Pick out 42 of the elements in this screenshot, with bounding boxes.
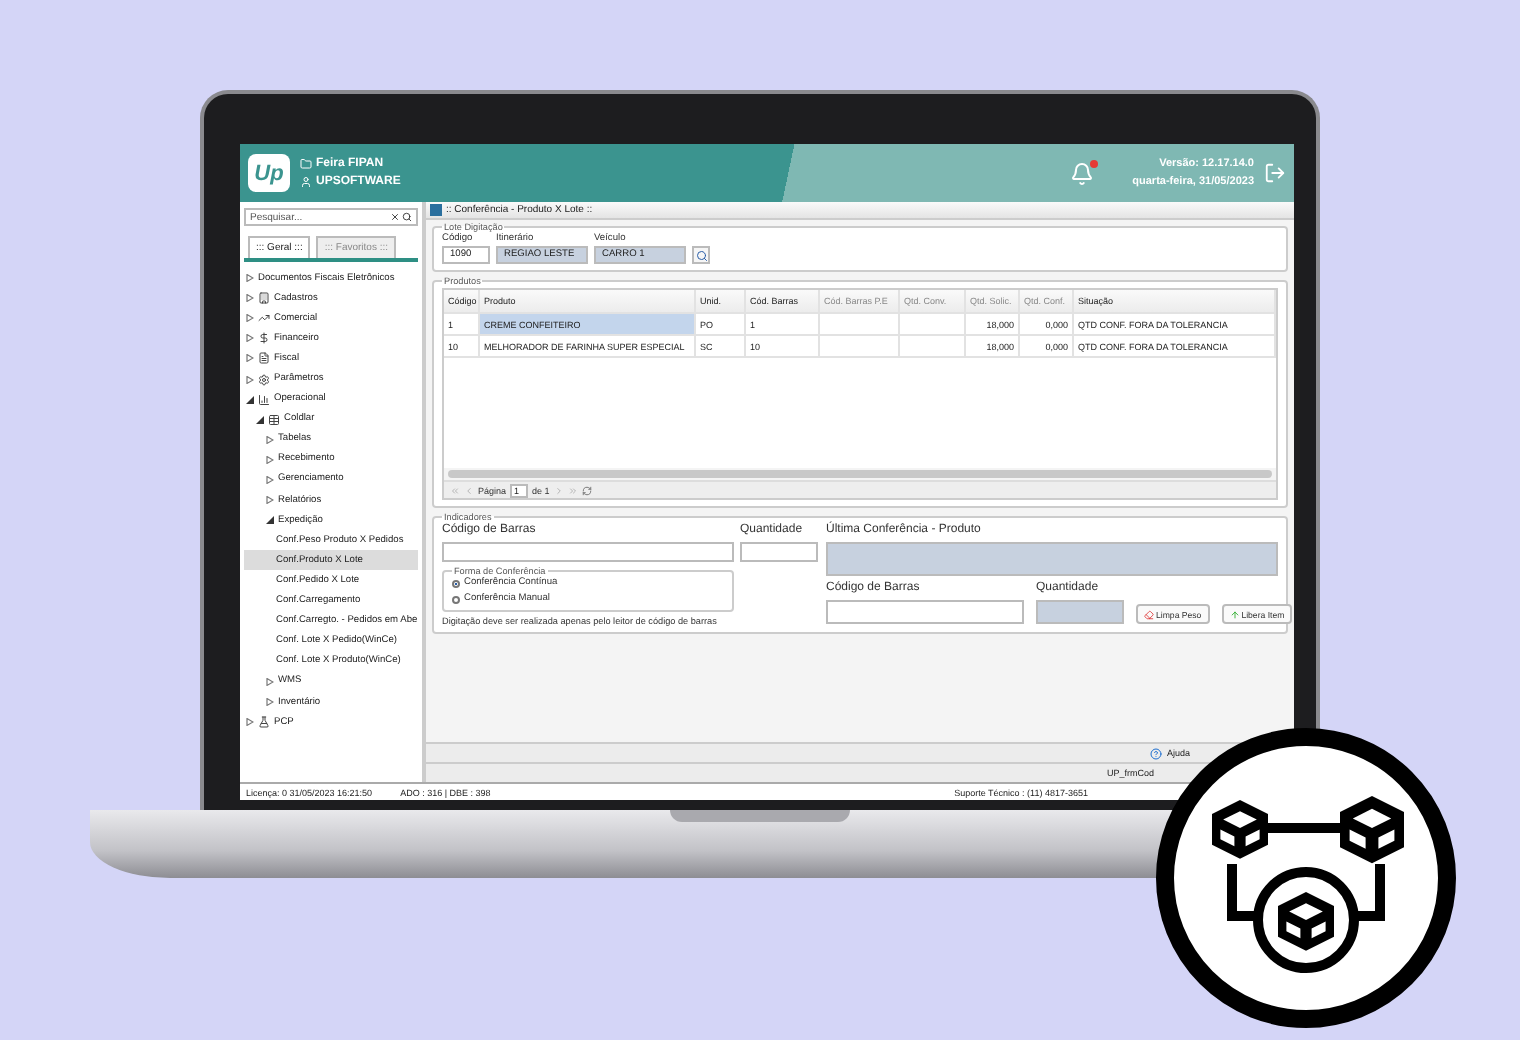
barcode-field[interactable] xyxy=(442,542,734,562)
collapsed-icon[interactable] xyxy=(266,496,274,505)
collapsed-icon[interactable] xyxy=(246,314,254,323)
flask-icon xyxy=(258,716,270,729)
eraser-icon xyxy=(1144,609,1154,619)
collapsed-icon[interactable] xyxy=(266,475,274,484)
collapsed-icon[interactable] xyxy=(266,698,274,707)
bell-icon[interactable] xyxy=(1070,161,1095,185)
collapsed-icon[interactable] xyxy=(246,718,254,727)
collapsed-icon[interactable] xyxy=(266,677,274,686)
search-icon[interactable] xyxy=(402,212,412,222)
app-logo: Up xyxy=(248,154,290,192)
bar-chart-icon xyxy=(258,393,270,406)
collapsed-icon[interactable] xyxy=(246,375,254,384)
quantity-field xyxy=(1036,600,1124,624)
expanded-icon[interactable] xyxy=(256,415,264,424)
refresh-icon[interactable] xyxy=(581,485,592,495)
radio-button[interactable] xyxy=(452,595,460,603)
collapsed-icon[interactable] xyxy=(246,334,254,343)
window-icon xyxy=(430,204,442,216)
document-icon xyxy=(258,352,270,365)
collapsed-icon[interactable] xyxy=(246,294,254,303)
settings-icon xyxy=(258,373,270,386)
scroll-bar[interactable] xyxy=(444,468,1276,480)
logout-icon[interactable] xyxy=(1264,162,1286,184)
collapsed-icon[interactable] xyxy=(266,435,274,444)
dollar-icon xyxy=(258,332,270,345)
radio-button[interactable] xyxy=(452,579,460,587)
arrow-up-icon xyxy=(1229,609,1240,619)
quantity-field[interactable] xyxy=(740,542,818,562)
collapsed-icon[interactable] xyxy=(266,455,274,464)
table-icon xyxy=(268,413,280,426)
search-button[interactable] xyxy=(692,246,710,264)
user-icon xyxy=(300,176,312,188)
help-icon[interactable] xyxy=(1150,747,1163,759)
chart-icon xyxy=(258,312,270,325)
search-icon xyxy=(695,249,707,261)
barcode-field[interactable] xyxy=(826,600,1024,624)
collapsed-icon[interactable] xyxy=(246,274,254,283)
collapsed-icon[interactable] xyxy=(246,354,254,363)
expanded-icon[interactable] xyxy=(246,395,254,404)
expanded-icon[interactable] xyxy=(266,516,274,525)
